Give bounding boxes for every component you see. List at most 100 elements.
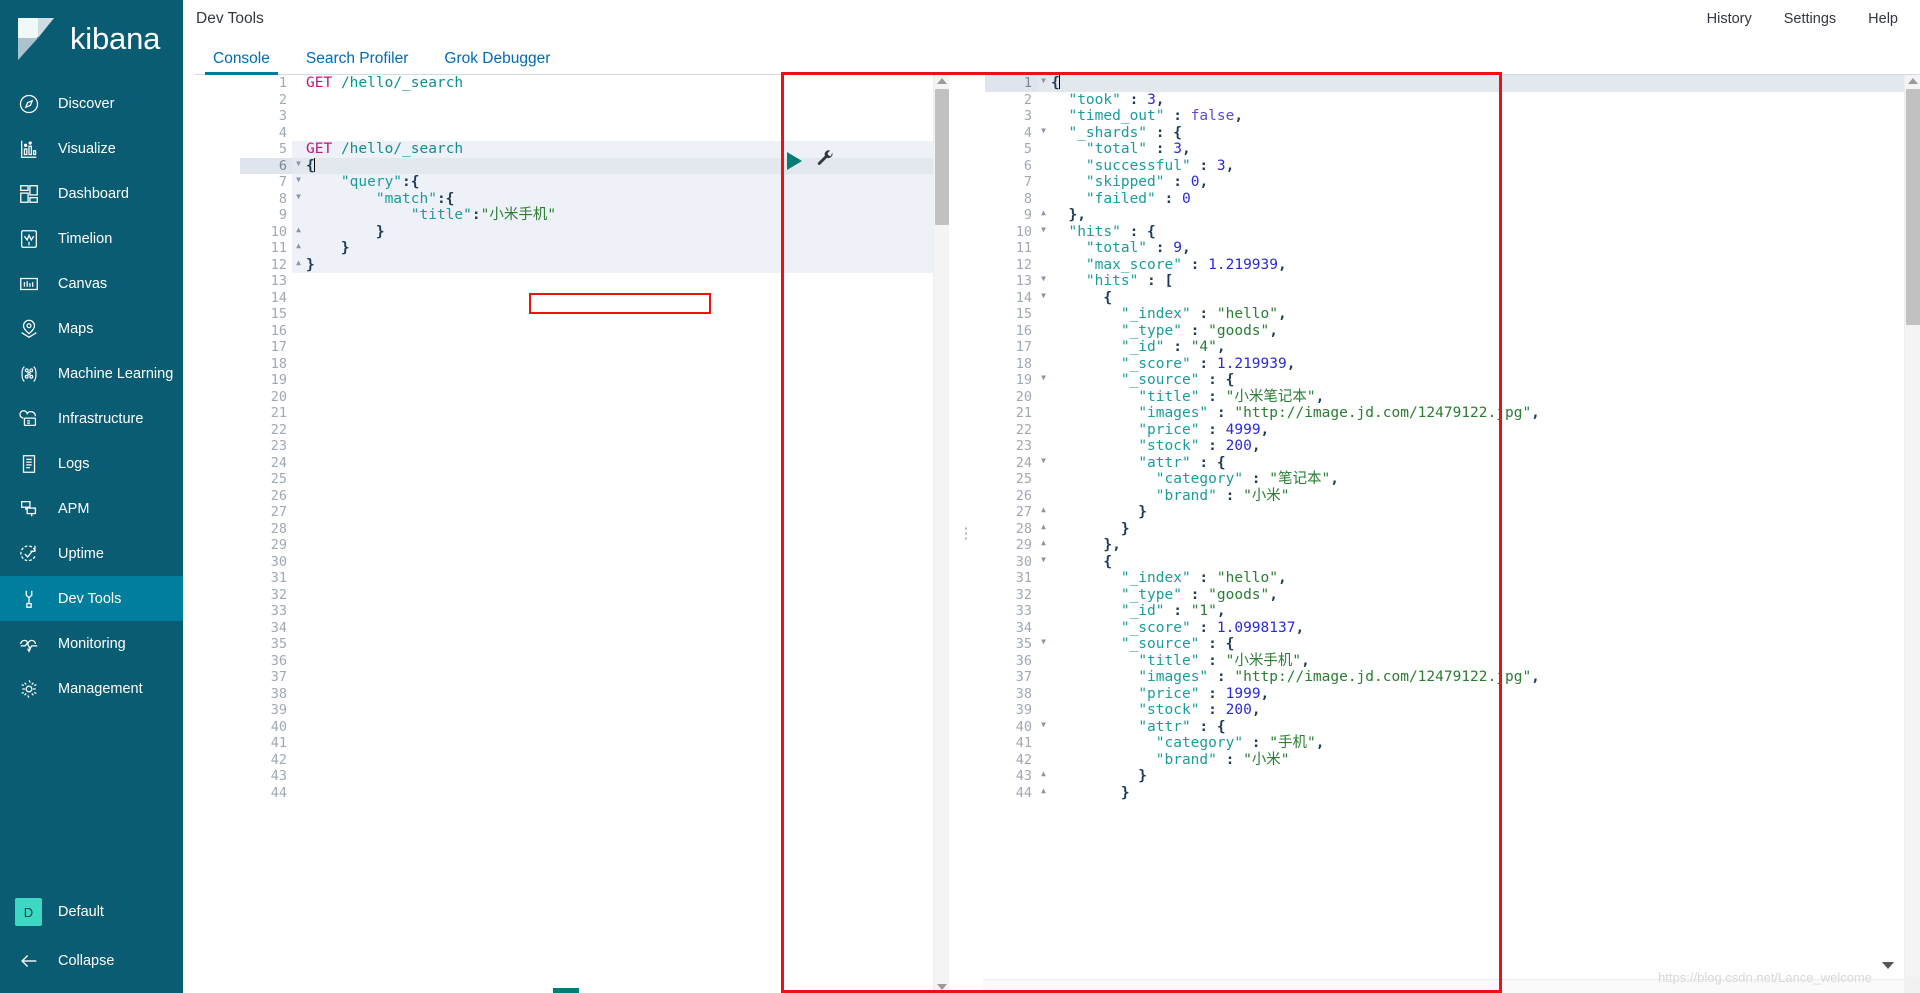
- fold-down-icon[interactable]: ▼: [1038, 720, 1046, 729]
- code-line[interactable]: 18 "_score" : 1.219939,: [985, 356, 1920, 373]
- code-line[interactable]: 24 ▼ "attr" : {: [985, 455, 1920, 472]
- tab-search-profiler[interactable]: Search Profiler: [288, 50, 427, 76]
- brand[interactable]: kibana: [0, 0, 183, 77]
- fold-down-icon[interactable]: ▼: [1038, 77, 1046, 85]
- code-line[interactable]: 38 "price" : 1999,: [985, 686, 1920, 703]
- fold-down-icon[interactable]: ▼: [293, 192, 301, 201]
- request-scrollbar[interactable]: [933, 75, 949, 993]
- code-line[interactable]: 30: [240, 554, 949, 571]
- fold-up-icon[interactable]: ▲: [293, 242, 301, 250]
- fold-up-icon[interactable]: ▲: [1038, 506, 1046, 514]
- scroll-down-icon[interactable]: [937, 984, 947, 990]
- code-line[interactable]: 5 "total" : 3,: [985, 141, 1920, 158]
- code-line[interactable]: 41 "category" : "手机",: [985, 735, 1920, 752]
- code-line[interactable]: 33: [240, 603, 949, 620]
- code-line[interactable]: 31: [240, 570, 949, 587]
- code-line[interactable]: 11 ▲ }: [240, 240, 949, 257]
- wrench-icon[interactable]: [816, 149, 835, 173]
- fold-up-icon[interactable]: ▲: [1038, 786, 1046, 795]
- code-line[interactable]: 21 "images" : "http://image.jd.com/12479…: [985, 405, 1920, 422]
- code-line[interactable]: 23 "stock" : 200,: [985, 438, 1920, 455]
- sidebar-item-maps[interactable]: Maps: [0, 306, 183, 351]
- code-line[interactable]: 29 ▲ },: [985, 537, 1920, 554]
- sidebar-item-discover[interactable]: Discover: [0, 81, 183, 126]
- code-line[interactable]: 28: [240, 521, 949, 538]
- code-line[interactable]: 7 "skipped" : 0,: [985, 174, 1920, 191]
- console-response-editor[interactable]: 1 ▼{2 "took" : 3, 3 "timed_out" : false, 4 ▼…: [983, 75, 1920, 993]
- code-line[interactable]: 30 ▼ {: [985, 554, 1920, 571]
- code-line[interactable]: 29: [240, 537, 949, 554]
- sidebar-item-machine-learning[interactable]: Machine Learning: [0, 351, 183, 396]
- space-selector[interactable]: D Default: [0, 887, 183, 937]
- fold-down-icon[interactable]: ▼: [1038, 374, 1046, 382]
- history-button[interactable]: History: [1707, 11, 1752, 27]
- code-line[interactable]: 43: [240, 768, 949, 785]
- code-line[interactable]: 34 "_score" : 1.0998137,: [985, 620, 1920, 637]
- sidebar-item-dev-tools[interactable]: Dev Tools: [0, 576, 183, 621]
- code-line[interactable]: 20: [240, 389, 949, 406]
- code-line[interactable]: 1 ▼ {: [985, 75, 1920, 92]
- code-line[interactable]: 12 "max_score" : 1.219939,: [985, 257, 1920, 274]
- code-line[interactable]: 8 ▼ "match":{: [240, 190, 949, 207]
- tab-grok-debugger[interactable]: Grok Debugger: [426, 50, 568, 76]
- fold-up-icon[interactable]: ▲: [293, 258, 301, 267]
- code-line[interactable]: 17: [240, 339, 949, 356]
- play-icon[interactable]: [787, 152, 802, 170]
- code-line[interactable]: 7 ▼ "query":{: [240, 174, 949, 191]
- code-line[interactable]: 2: [240, 92, 949, 109]
- code-line[interactable]: 8 "failed" : 0: [985, 191, 1920, 208]
- code-line[interactable]: 43 ▲ }: [985, 768, 1920, 785]
- sidebar-item-apm[interactable]: APM: [0, 486, 183, 531]
- code-line[interactable]: 9 ▲ },: [985, 207, 1920, 224]
- fold-down-icon[interactable]: ▼: [1038, 456, 1046, 465]
- fold-down-icon[interactable]: ▼: [1038, 291, 1046, 300]
- console-request-editor[interactable]: 1 GET /hello/_search 2 3 4 5 GET /hello/_searc…: [240, 75, 949, 993]
- code-line[interactable]: 22 "price" : 4999,: [985, 422, 1920, 439]
- code-line[interactable]: 10 ▼ "hits" : {: [985, 224, 1920, 241]
- code-line[interactable]: 28 ▲ }: [985, 521, 1920, 538]
- code-line[interactable]: 26: [240, 488, 949, 505]
- code-line[interactable]: 6 "successful" : 3,: [985, 158, 1920, 175]
- chevron-down-icon[interactable]: [1882, 962, 1894, 969]
- code-line[interactable]: 42: [240, 752, 949, 769]
- code-line[interactable]: 44: [240, 785, 949, 802]
- sidebar-item-uptime[interactable]: Uptime: [0, 531, 183, 576]
- code-line[interactable]: 36 "title" : "小米手机",: [985, 653, 1920, 670]
- help-button[interactable]: Help: [1868, 11, 1898, 27]
- code-line[interactable]: 3 "timed_out" : false,: [985, 108, 1920, 125]
- fold-down-icon[interactable]: ▼: [293, 159, 301, 168]
- code-line[interactable]: 14 ▼ {: [985, 290, 1920, 307]
- tab-console[interactable]: Console: [195, 50, 288, 76]
- code-line[interactable]: 12 ▲}: [240, 256, 949, 273]
- pane-splitter[interactable]: ⋮: [949, 75, 983, 993]
- code-line[interactable]: 9 "title":"小米手机": [240, 207, 949, 224]
- code-line[interactable]: 15: [240, 306, 949, 323]
- sidebar-item-management[interactable]: Management: [0, 666, 183, 711]
- code-line[interactable]: 26 "brand" : "小米": [985, 488, 1920, 505]
- code-line[interactable]: 35: [240, 636, 949, 653]
- code-line[interactable]: 36: [240, 653, 949, 670]
- fold-up-icon[interactable]: ▲: [1038, 209, 1046, 217]
- code-line[interactable]: 31 "_index" : "hello",: [985, 570, 1920, 587]
- code-line[interactable]: 16: [240, 323, 949, 340]
- code-line[interactable]: 34: [240, 620, 949, 637]
- code-line[interactable]: 41: [240, 735, 949, 752]
- code-line[interactable]: 16 "_type" : "goods",: [985, 323, 1920, 340]
- fold-up-icon[interactable]: ▲: [1038, 770, 1046, 778]
- code-line[interactable]: 39 "stock" : 200,: [985, 702, 1920, 719]
- collapse-button[interactable]: Collapse: [0, 937, 183, 985]
- response-scrollbar[interactable]: [1904, 75, 1920, 993]
- splitter-grip-icon[interactable]: ⋮: [959, 526, 974, 541]
- scroll-thumb[interactable]: [1906, 89, 1920, 325]
- code-line[interactable]: 27 ▲ }: [985, 504, 1920, 521]
- sidebar-item-logs[interactable]: Logs: [0, 441, 183, 486]
- code-line[interactable]: 17 "_id" : "4",: [985, 339, 1920, 356]
- settings-button[interactable]: Settings: [1784, 11, 1836, 27]
- code-line[interactable]: 1 GET /hello/_search: [240, 75, 949, 92]
- fold-down-icon[interactable]: ▼: [1038, 126, 1046, 135]
- code-line[interactable]: 42 "brand" : "小米": [985, 752, 1920, 769]
- code-line[interactable]: 21: [240, 405, 949, 422]
- code-line[interactable]: 38: [240, 686, 949, 703]
- code-line[interactable]: 13 ▼ "hits" : [: [985, 273, 1920, 290]
- code-line[interactable]: 39: [240, 702, 949, 719]
